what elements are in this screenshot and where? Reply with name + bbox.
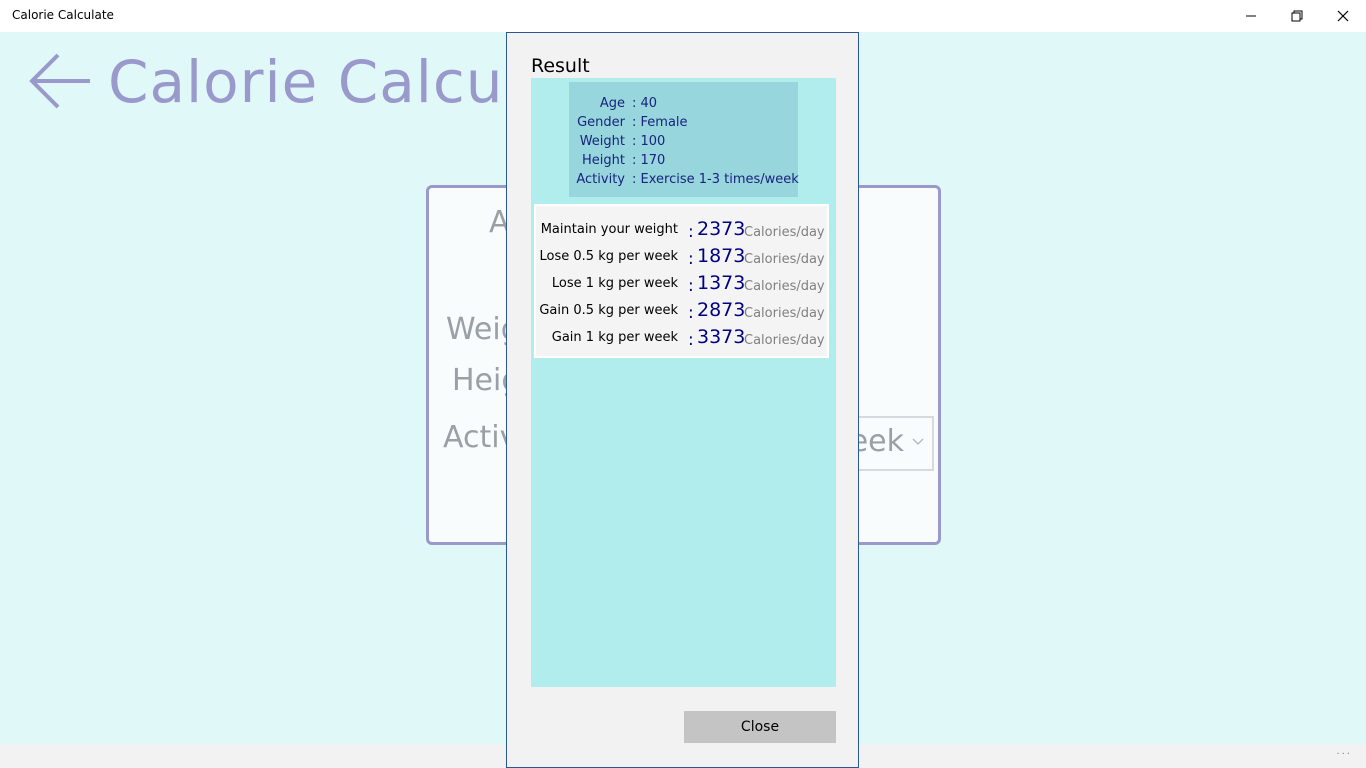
result-label: Lose 1 kg per week — [551, 276, 678, 291]
result-colon: : — [688, 276, 694, 296]
minimize-icon — [1246, 15, 1256, 17]
result-label: Maintain your weight — [540, 222, 678, 237]
result-dialog: Result Age : 40 Gender : Female Weight :… — [506, 32, 859, 768]
profile-value: : 100 — [632, 134, 666, 149]
profile-key: Activity — [576, 172, 625, 187]
result-row-lose-one: Lose 1 kg per week : 1373 Calories/day — [536, 272, 831, 301]
profile-row-gender: Gender : Female — [569, 115, 798, 134]
dialog-title: Result — [531, 55, 590, 77]
back-button[interactable] — [28, 52, 94, 110]
result-value: 3373 — [697, 326, 746, 348]
result-row-lose-half: Lose 0.5 kg per week : 1873 Calories/day — [536, 245, 831, 274]
result-label: Lose 0.5 kg per week — [539, 249, 678, 264]
profile-row-weight: Weight : 100 — [569, 134, 798, 153]
close-icon — [1337, 10, 1349, 22]
result-unit: Calories/day — [744, 225, 825, 240]
result-colon: : — [688, 222, 694, 242]
result-label: Gain 0.5 kg per week — [539, 303, 678, 318]
profile-row-age: Age : 40 — [569, 96, 798, 115]
result-label: Gain 1 kg per week — [551, 330, 678, 345]
profile-value: : Female — [632, 115, 688, 130]
window-title: Calorie Calculate — [12, 8, 114, 22]
result-row-gain-half: Gain 0.5 kg per week : 2873 Calories/day — [536, 299, 831, 328]
restore-button[interactable] — [1274, 0, 1320, 32]
result-value: 1373 — [697, 272, 746, 294]
result-unit: Calories/day — [744, 279, 825, 294]
profile-key: Weight — [579, 134, 625, 149]
chevron-down-icon — [912, 438, 924, 445]
result-colon: : — [688, 330, 694, 350]
more-options-button[interactable]: ... — [1336, 746, 1352, 757]
profile-summary: Age : 40 Gender : Female Weight : 100 He… — [569, 82, 799, 197]
result-value: 2873 — [697, 299, 746, 321]
result-row-maintain: Maintain your weight : 2373 Calories/day — [536, 218, 831, 247]
result-panel: Age : 40 Gender : Female Weight : 100 He… — [531, 78, 836, 687]
restore-icon — [1291, 10, 1303, 22]
close-button[interactable]: Close — [684, 711, 836, 743]
profile-key: Height — [582, 153, 625, 168]
profile-key: Gender — [577, 115, 625, 130]
profile-key: Age — [599, 96, 625, 111]
result-value: 2373 — [697, 218, 746, 240]
result-colon: : — [688, 249, 694, 269]
profile-row-height: Height : 170 — [569, 153, 798, 172]
profile-row-activity: Activity : Exercise 1-3 times/week — [569, 172, 798, 191]
result-unit: Calories/day — [744, 252, 825, 267]
result-colon: : — [688, 303, 694, 323]
minimize-button[interactable] — [1228, 0, 1274, 32]
calorie-results: Maintain your weight : 2373 Calories/day… — [534, 204, 829, 358]
back-arrow-icon — [29, 53, 90, 109]
result-unit: Calories/day — [744, 306, 825, 321]
result-unit: Calories/day — [744, 333, 825, 348]
profile-value: : 170 — [632, 153, 666, 168]
window-titlebar: Calorie Calculate — [0, 0, 1366, 32]
result-row-gain-one: Gain 1 kg per week : 3373 Calories/day — [536, 326, 831, 355]
close-window-button[interactable] — [1320, 0, 1366, 32]
result-value: 1873 — [697, 245, 746, 267]
profile-value: : 40 — [632, 96, 658, 111]
profile-value: : Exercise 1-3 times/week — [632, 172, 799, 187]
